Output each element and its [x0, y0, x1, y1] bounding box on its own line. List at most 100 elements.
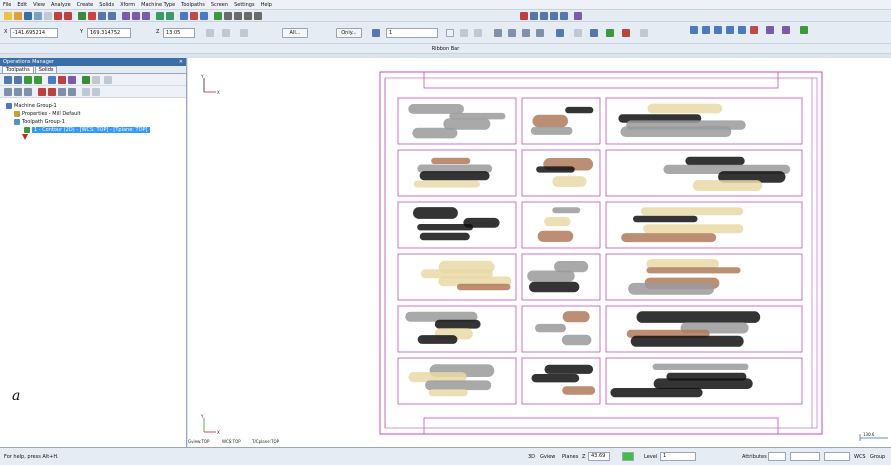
level-select[interactable]: 1 — [386, 28, 438, 38]
select-all-ops-icon[interactable] — [4, 76, 12, 84]
partial-icon[interactable] — [522, 29, 530, 37]
menu-create[interactable]: Create — [77, 2, 94, 8]
expand-icon[interactable] — [92, 88, 100, 96]
solid-select-icon[interactable] — [606, 29, 614, 37]
area-icon[interactable] — [508, 29, 516, 37]
level-field[interactable]: 1 — [660, 452, 696, 461]
ok-icon[interactable] — [640, 29, 648, 37]
zoom-in-icon[interactable] — [98, 12, 106, 20]
project-icon[interactable] — [714, 26, 722, 34]
view-side-icon[interactable] — [142, 12, 150, 20]
line-width-select[interactable] — [790, 452, 820, 461]
scale-icon[interactable] — [550, 12, 558, 20]
menu-toolpaths[interactable]: Toolpaths — [181, 2, 205, 8]
menu-help[interactable]: Help — [261, 2, 272, 8]
regenerate-icon[interactable] — [24, 76, 32, 84]
offset-icon[interactable] — [560, 12, 568, 20]
toggle-display-icon[interactable] — [24, 88, 32, 96]
stretch-icon[interactable] — [766, 26, 774, 34]
color-swatch[interactable] — [622, 452, 634, 461]
view-top-icon[interactable] — [122, 12, 130, 20]
cell-r1-c1[interactable] — [521, 149, 601, 197]
stop-icon[interactable] — [622, 29, 630, 37]
z-coordinate-field[interactable]: 13.05 — [163, 28, 195, 38]
menu-machine-type[interactable]: Machine Type — [141, 2, 175, 8]
tree-node-machine-group[interactable]: Machine Group-1 — [0, 102, 186, 110]
autocursor-icon[interactable] — [222, 29, 230, 37]
insert-arrow-marker[interactable] — [22, 134, 28, 140]
scroll-icon[interactable] — [68, 88, 76, 96]
menu-settings[interactable]: Settings — [234, 2, 255, 8]
tab-solids[interactable]: Solids — [34, 66, 58, 73]
rotate-icon[interactable] — [540, 12, 548, 20]
mode-3d-toggle[interactable]: 3D — [528, 454, 535, 460]
fast-point-icon[interactable] — [206, 29, 214, 37]
point-icon[interactable] — [536, 29, 544, 37]
menu-file[interactable]: File — [3, 2, 11, 8]
lock-icon[interactable] — [14, 88, 22, 96]
window-select-icon[interactable] — [446, 29, 454, 37]
delete-ops-icon[interactable] — [4, 88, 12, 96]
save-icon[interactable] — [24, 12, 32, 20]
ops-help-icon[interactable] — [104, 76, 112, 84]
tab-toolpaths[interactable]: Toolpaths — [2, 66, 34, 73]
select-all-button[interactable]: All... — [282, 28, 308, 38]
tree-node-contour-operation[interactable]: 1 - Contour (2D) - [WCS: TOP] - [Tplane:… — [0, 126, 186, 134]
verify-icon[interactable] — [190, 12, 198, 20]
toolpath-icon[interactable] — [180, 12, 188, 20]
line-icon[interactable] — [214, 12, 222, 20]
part-geometry[interactable] — [379, 71, 823, 435]
planes-button[interactable]: Planes — [562, 454, 578, 460]
drag-icon[interactable] — [750, 26, 758, 34]
menu-edit[interactable]: Edit — [17, 2, 27, 8]
vector-select-icon[interactable] — [474, 29, 482, 37]
smart-mask-icon[interactable] — [574, 29, 582, 37]
select-only-button[interactable]: Only... — [336, 28, 362, 38]
help-icon[interactable] — [240, 29, 248, 37]
chain-icon[interactable] — [494, 29, 502, 37]
delete-icon[interactable] — [520, 12, 528, 20]
rectangle-icon[interactable] — [244, 12, 252, 20]
cut-icon[interactable] — [44, 12, 52, 20]
filter-icon[interactable] — [574, 12, 582, 20]
zoom-window-icon[interactable] — [88, 12, 96, 20]
menu-view[interactable]: View — [33, 2, 45, 8]
selection-mode-icon[interactable] — [372, 29, 380, 37]
single-op-icon[interactable] — [82, 88, 90, 96]
menu-xform[interactable]: Xform — [120, 2, 135, 8]
move-up-icon[interactable] — [48, 88, 56, 96]
post-icon[interactable] — [82, 76, 90, 84]
print-icon[interactable] — [34, 12, 42, 20]
move-down-icon[interactable] — [38, 88, 46, 96]
polygon-select-icon[interactable] — [460, 29, 468, 37]
toggle-icon[interactable] — [590, 29, 598, 37]
redo-icon[interactable] — [64, 12, 72, 20]
y-coordinate-field[interactable]: 169.314752 — [87, 28, 131, 38]
insert-arrow-icon[interactable] — [58, 88, 66, 96]
nest-icon[interactable] — [782, 26, 790, 34]
menu-screen[interactable]: Screen — [211, 2, 228, 8]
spline-icon[interactable] — [254, 12, 262, 20]
translate-icon[interactable] — [690, 26, 698, 34]
zoom-fit-icon[interactable] — [78, 12, 86, 20]
line-style-select[interactable] — [768, 452, 786, 461]
close-icon[interactable]: ✕ — [179, 58, 183, 66]
wire-icon[interactable] — [800, 26, 808, 34]
graphics-viewport[interactable]: Y X Y X Gview:TOP WCS:TOP T/Cplane:TOP 1… — [188, 58, 891, 447]
point-style-select[interactable] — [824, 452, 850, 461]
backplot-selected-icon[interactable] — [48, 76, 56, 84]
roll-icon[interactable] — [738, 26, 746, 34]
highfeed-icon[interactable] — [92, 76, 100, 84]
view-front-icon[interactable] — [132, 12, 140, 20]
regenerate-dirty-icon[interactable] — [34, 76, 42, 84]
mirror-icon[interactable] — [530, 12, 538, 20]
gview-button[interactable]: Gview — [540, 454, 555, 460]
top-rail[interactable] — [423, 71, 779, 89]
simulate-icon[interactable] — [68, 76, 76, 84]
wireframe-icon[interactable] — [166, 12, 174, 20]
zoom-out-icon[interactable] — [108, 12, 116, 20]
group-button[interactable]: Group — [870, 454, 885, 460]
new-file-icon[interactable] — [4, 12, 12, 20]
attributes-button[interactable]: Attributes — [742, 454, 767, 460]
tree-node-properties[interactable]: Properties - Mill Default — [0, 110, 186, 118]
